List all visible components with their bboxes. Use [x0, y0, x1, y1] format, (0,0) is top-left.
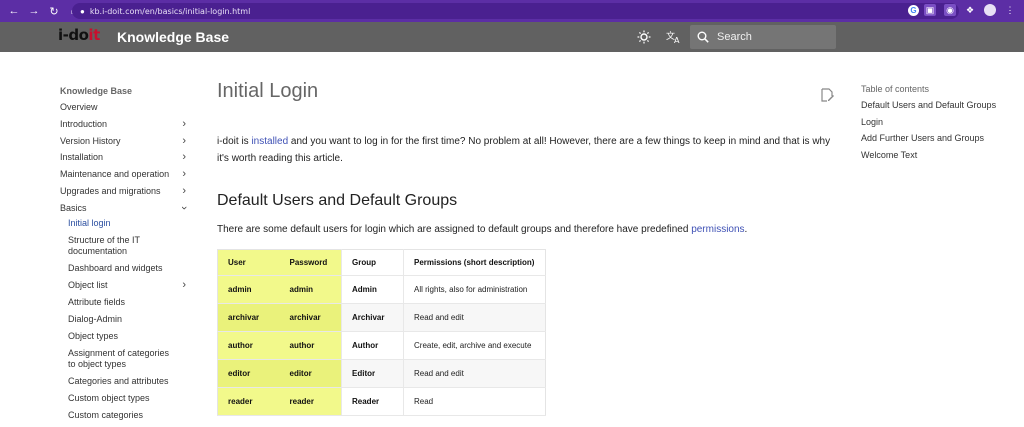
table-row: admin admin Admin All rights, also for a…: [217, 275, 546, 304]
chevron-right-icon: ›: [182, 168, 186, 181]
theme-toggle-icon[interactable]: [634, 27, 654, 47]
search-icon: [697, 31, 709, 43]
edit-page-icon[interactable]: [820, 88, 834, 102]
table-cell: Author: [341, 331, 404, 360]
chevron-right-icon: ›: [182, 278, 186, 291]
intro-paragraph: i-doit is installed and you want to log …: [217, 136, 831, 164]
browser-toolbar: ← → ↻ ⌂ ● kb.i-doit.com/en/basics/initia…: [0, 0, 1024, 22]
main-content: Initial Login: [217, 80, 837, 103]
forward-arrow-icon[interactable]: →: [26, 3, 42, 19]
table-row: archivar archivar Archivar Read and edit: [217, 303, 546, 332]
extensions-puzzle-icon[interactable]: ❖: [964, 4, 976, 16]
sidebar-item-installation[interactable]: Installation ›: [60, 150, 192, 167]
default-users-table: User Password Group Permissions (short d…: [217, 249, 546, 416]
sidebar-item-assignment[interactable]: Assignment of categories to object types: [60, 348, 178, 376]
permissions-link[interactable]: permissions: [691, 224, 744, 235]
table-cell: Admin: [341, 275, 404, 304]
reload-icon[interactable]: ↻: [46, 3, 62, 19]
chevron-right-icon: ›: [182, 184, 186, 197]
table-row: reader reader Reader Read: [217, 387, 546, 416]
sidebar-item-dashboard[interactable]: Dashboard and widgets: [60, 263, 192, 280]
column-header: Group: [341, 249, 404, 276]
address-bar[interactable]: ● kb.i-doit.com/en/basics/initial-login.…: [72, 3, 959, 19]
table-row: editor editor Editor Read and edit: [217, 359, 546, 388]
url-text: kb.i-doit.com/en/basics/initial-login.ht…: [89, 6, 251, 16]
sidebar-item-version-history[interactable]: Version History ›: [60, 134, 192, 151]
table-row: author author Author Create, edit, archi…: [217, 331, 546, 360]
chevron-down-icon: ›: [178, 205, 191, 210]
table-cell: archivar: [217, 303, 280, 332]
search-box[interactable]: [690, 25, 836, 49]
search-input[interactable]: [717, 31, 827, 43]
sidebar-item-object-types[interactable]: Object types: [60, 331, 192, 348]
table-cell: Read and edit: [403, 359, 546, 388]
toc-item-login[interactable]: Login: [861, 117, 1001, 129]
table-cell: Read: [403, 387, 546, 416]
section-lead: There are some default users for login w…: [217, 224, 748, 235]
svg-text:A: A: [674, 36, 680, 44]
table-cell: reader: [279, 387, 342, 416]
table-cell: Reader: [341, 387, 404, 416]
column-header: Permissions (short description): [403, 249, 546, 276]
sidebar-item-basics[interactable]: Basics ›: [60, 201, 192, 218]
table-cell: archivar: [279, 303, 342, 332]
sidebar-item-custom-categories[interactable]: Custom categories: [60, 410, 192, 427]
sidebar-item-attribute-fields[interactable]: Attribute fields: [60, 297, 192, 314]
table-cell: author: [279, 331, 342, 360]
sidebar-item-categories-attributes[interactable]: Categories and attributes: [60, 376, 192, 393]
table-header-row: User Password Group Permissions (short d…: [217, 249, 546, 276]
column-header: User: [217, 249, 280, 276]
sidebar-item-upgrades[interactable]: Upgrades and migrations ›: [60, 184, 192, 201]
table-cell: admin: [217, 275, 280, 304]
table-cell: Create, edit, archive and execute: [403, 331, 546, 360]
table-cell: editor: [217, 359, 280, 388]
sidebar-item-maintenance[interactable]: Maintenance and operation ›: [60, 167, 192, 184]
table-cell: reader: [217, 387, 280, 416]
toc-title: Table of contents: [861, 84, 930, 94]
installed-link[interactable]: installed: [251, 136, 288, 147]
toc-item-welcome-text[interactable]: Welcome Text: [861, 150, 1001, 162]
sidebar-nav: Knowledge Base Overview Introduction › Ve…: [60, 84, 192, 427]
table-cell: author: [217, 331, 280, 360]
sidebar-item-custom-object-types[interactable]: Custom object types: [60, 393, 192, 410]
sidebar-item-object-list[interactable]: Object list ›: [60, 278, 192, 297]
extension-icon[interactable]: ▣: [924, 4, 936, 16]
chevron-right-icon: ›: [182, 134, 186, 147]
sidebar-title: Knowledge Base: [60, 86, 133, 96]
profile-avatar-icon[interactable]: [984, 4, 996, 16]
menu-kebab-icon[interactable]: ⋮: [1004, 4, 1016, 16]
toc-item-add-users[interactable]: Add Further Users and Groups: [861, 133, 1001, 145]
site-header: i-doit Knowledge Base 文A: [0, 22, 1024, 52]
column-header: Password: [279, 249, 342, 276]
table-cell: Read and edit: [403, 303, 546, 332]
google-icon[interactable]: G: [908, 5, 919, 16]
chevron-right-icon: ›: [182, 151, 186, 164]
sidebar-item-dialog-admin[interactable]: Dialog-Admin: [60, 314, 192, 331]
site-title[interactable]: Knowledge Base: [117, 29, 229, 45]
sidebar-item-structure[interactable]: Structure of the IT documentation: [60, 235, 170, 263]
toc-item-default-users[interactable]: Default Users and Default Groups: [861, 100, 1001, 112]
lock-icon: ●: [80, 6, 85, 16]
sidebar-item-initial-login[interactable]: Initial login: [60, 218, 192, 235]
i-doit-logo[interactable]: i-doit: [58, 26, 100, 48]
table-cell: editor: [279, 359, 342, 388]
translate-icon[interactable]: 文A: [664, 27, 684, 47]
table-cell: admin: [279, 275, 342, 304]
sidebar-item-introduction[interactable]: Introduction ›: [60, 117, 192, 134]
back-arrow-icon[interactable]: ←: [6, 3, 22, 19]
chevron-right-icon: ›: [182, 117, 186, 130]
table-cell: Editor: [341, 359, 404, 388]
sidebar-item-overview[interactable]: Overview: [60, 100, 192, 117]
page-title: Initial Login: [217, 80, 319, 102]
section-heading: Default Users and Default Groups: [217, 192, 458, 209]
extension-icon[interactable]: ◉: [944, 4, 956, 16]
table-cell: All rights, also for administration: [403, 275, 546, 304]
table-of-contents: Table of contents Default Users and Defa…: [861, 84, 1001, 166]
table-cell: Archivar: [341, 303, 404, 332]
